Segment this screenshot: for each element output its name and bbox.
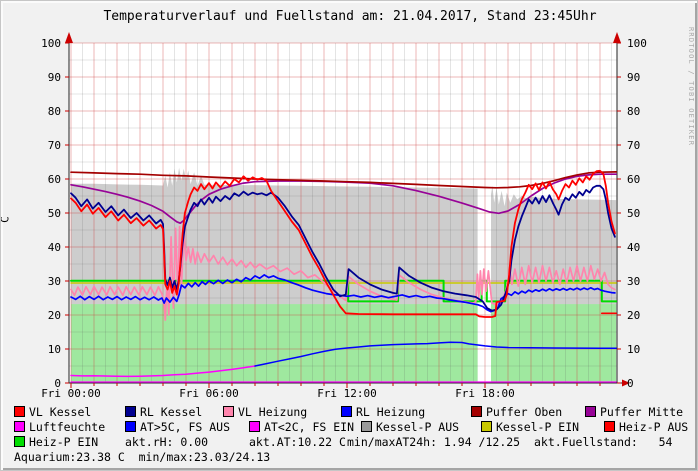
legend-text-aquarium-23-38-c-min-max-23-03-24-13: Aquarium:23.38 C min/max:23.03/24.13: [14, 450, 270, 464]
y-tick-label-right: 60: [627, 173, 640, 186]
legend-row-3: Heiz-P EIN akt.rH: 0.00 akt.AT:10.22 Cmin/…: [1, 435, 698, 449]
y-tick-label-left: 60: [48, 173, 61, 186]
legend-item-at-5c-fs-aus: AT>5C, FS AUS: [125, 420, 230, 434]
legend-text-akt-fuellstand-54: akt.Fuellstand: 54: [534, 435, 672, 449]
legend-swatch-kessel-p-aus: [361, 421, 372, 432]
legend-swatch-puffer-mitte: [585, 406, 596, 417]
legend-swatch-puffer-oben: [471, 406, 482, 417]
y-tick-label-right: 70: [627, 139, 640, 152]
y-tick-label-left: 90: [48, 71, 61, 84]
legend-swatch-luftfeuchte: [14, 421, 25, 432]
y-tick-label-right: 100: [627, 37, 647, 50]
y-tick-label-left: 50: [48, 207, 61, 220]
y-axis-arrow-left: [65, 32, 73, 43]
legend-row-4: Aquarium:23.38 C min/max:23.03/24.13: [1, 450, 698, 464]
legend-item-heiz-p-aus: Heiz-P AUS: [604, 420, 688, 434]
y-tick-label-right: 50: [627, 207, 640, 220]
legend-item-kessel-p-ein: Kessel-P EIN: [481, 420, 579, 434]
y-axis-arrow-right: [613, 32, 621, 43]
rrd-graph-panel: Temperaturverlauf und Fuellstand am: 21.…: [0, 0, 698, 471]
legend-item-puffer-oben: Puffer Oben: [471, 405, 562, 419]
legend-swatch-kessel-p-ein: [481, 421, 492, 432]
legend-swatch-vl-heizung: [223, 406, 234, 417]
legend-row-2: Luftfeuchte AT>5C, FS AUS AT<2C, FS EIN Kes…: [1, 420, 698, 434]
legend-swatch-vl-kessel: [14, 406, 25, 417]
y-tick-label-left: 40: [48, 241, 61, 254]
y-tick-label-left: 80: [48, 105, 61, 118]
y-tick-label-right: 90: [627, 71, 640, 84]
legend-swatch-heiz-p-ein: [14, 436, 25, 447]
x-tick-label: Fri 12:00: [317, 387, 377, 400]
x-tick-label: Fri 18:00: [455, 387, 515, 400]
legend-item-puffer-mitte: Puffer Mitte: [585, 405, 683, 419]
y-tick-label-left: 10: [48, 343, 61, 356]
legend-item-heiz-p-ein: Heiz-P EIN: [14, 435, 98, 449]
legend-item-at-2c-fs-ein: AT<2C, FS EIN: [249, 420, 354, 434]
y-tick-label-right: 30: [627, 275, 640, 288]
x-tick-label: Fri 00:00: [41, 387, 101, 400]
legend-text-akt-rh-0-00: akt.rH: 0.00: [125, 435, 208, 449]
rrdtool-watermark: RRDTOOL / TOBI OETIKER: [687, 27, 695, 146]
legend-item-luftfeuchte: Luftfeuchte: [14, 420, 105, 434]
y-tick-label-right: 40: [627, 241, 640, 254]
legend-text-akt-at-10-22-c: akt.AT:10.22 C: [249, 435, 346, 449]
legend-text-min-maxat24h-1-94-12-25: min/maxAT24h: 1.94 /12.25: [347, 435, 520, 449]
legend-swatch-at-2c-fs-ein: [249, 421, 260, 432]
legend-item-vl-heizung: VL Heizung: [223, 405, 307, 419]
y-tick-label-right: 0: [627, 377, 634, 390]
y-tick-label-right: 80: [627, 105, 640, 118]
y-tick-label-left: 100: [41, 37, 61, 50]
legend-row-1: VL Kessel RL Kessel VL Heizung RL Heizung Pu…: [1, 405, 698, 419]
y-tick-label-right: 20: [627, 309, 640, 322]
y-tick-label-left: 70: [48, 139, 61, 152]
legend-item-kessel-p-aus: Kessel-P AUS: [361, 420, 459, 434]
legend-item-rl-heizung: RL Heizung: [341, 405, 425, 419]
chart-canvas: 0010102020303040405050606070708080909010…: [1, 1, 698, 401]
y-tick-label-right: 10: [627, 343, 640, 356]
grid: [69, 43, 617, 383]
legend-swatch-at-5c-fs-aus: [125, 421, 136, 432]
legend-item-rl-kessel: RL Kessel: [125, 405, 202, 419]
y-tick-label-left: 30: [48, 275, 61, 288]
x-tick-label: Fri 06:00: [179, 387, 239, 400]
y-tick-label-left: 20: [48, 309, 61, 322]
legend-swatch-heiz-p-aus: [604, 421, 615, 432]
legend-swatch-rl-heizung: [341, 406, 352, 417]
legend-swatch-rl-kessel: [125, 406, 136, 417]
legend-item-vl-kessel: VL Kessel: [14, 405, 91, 419]
